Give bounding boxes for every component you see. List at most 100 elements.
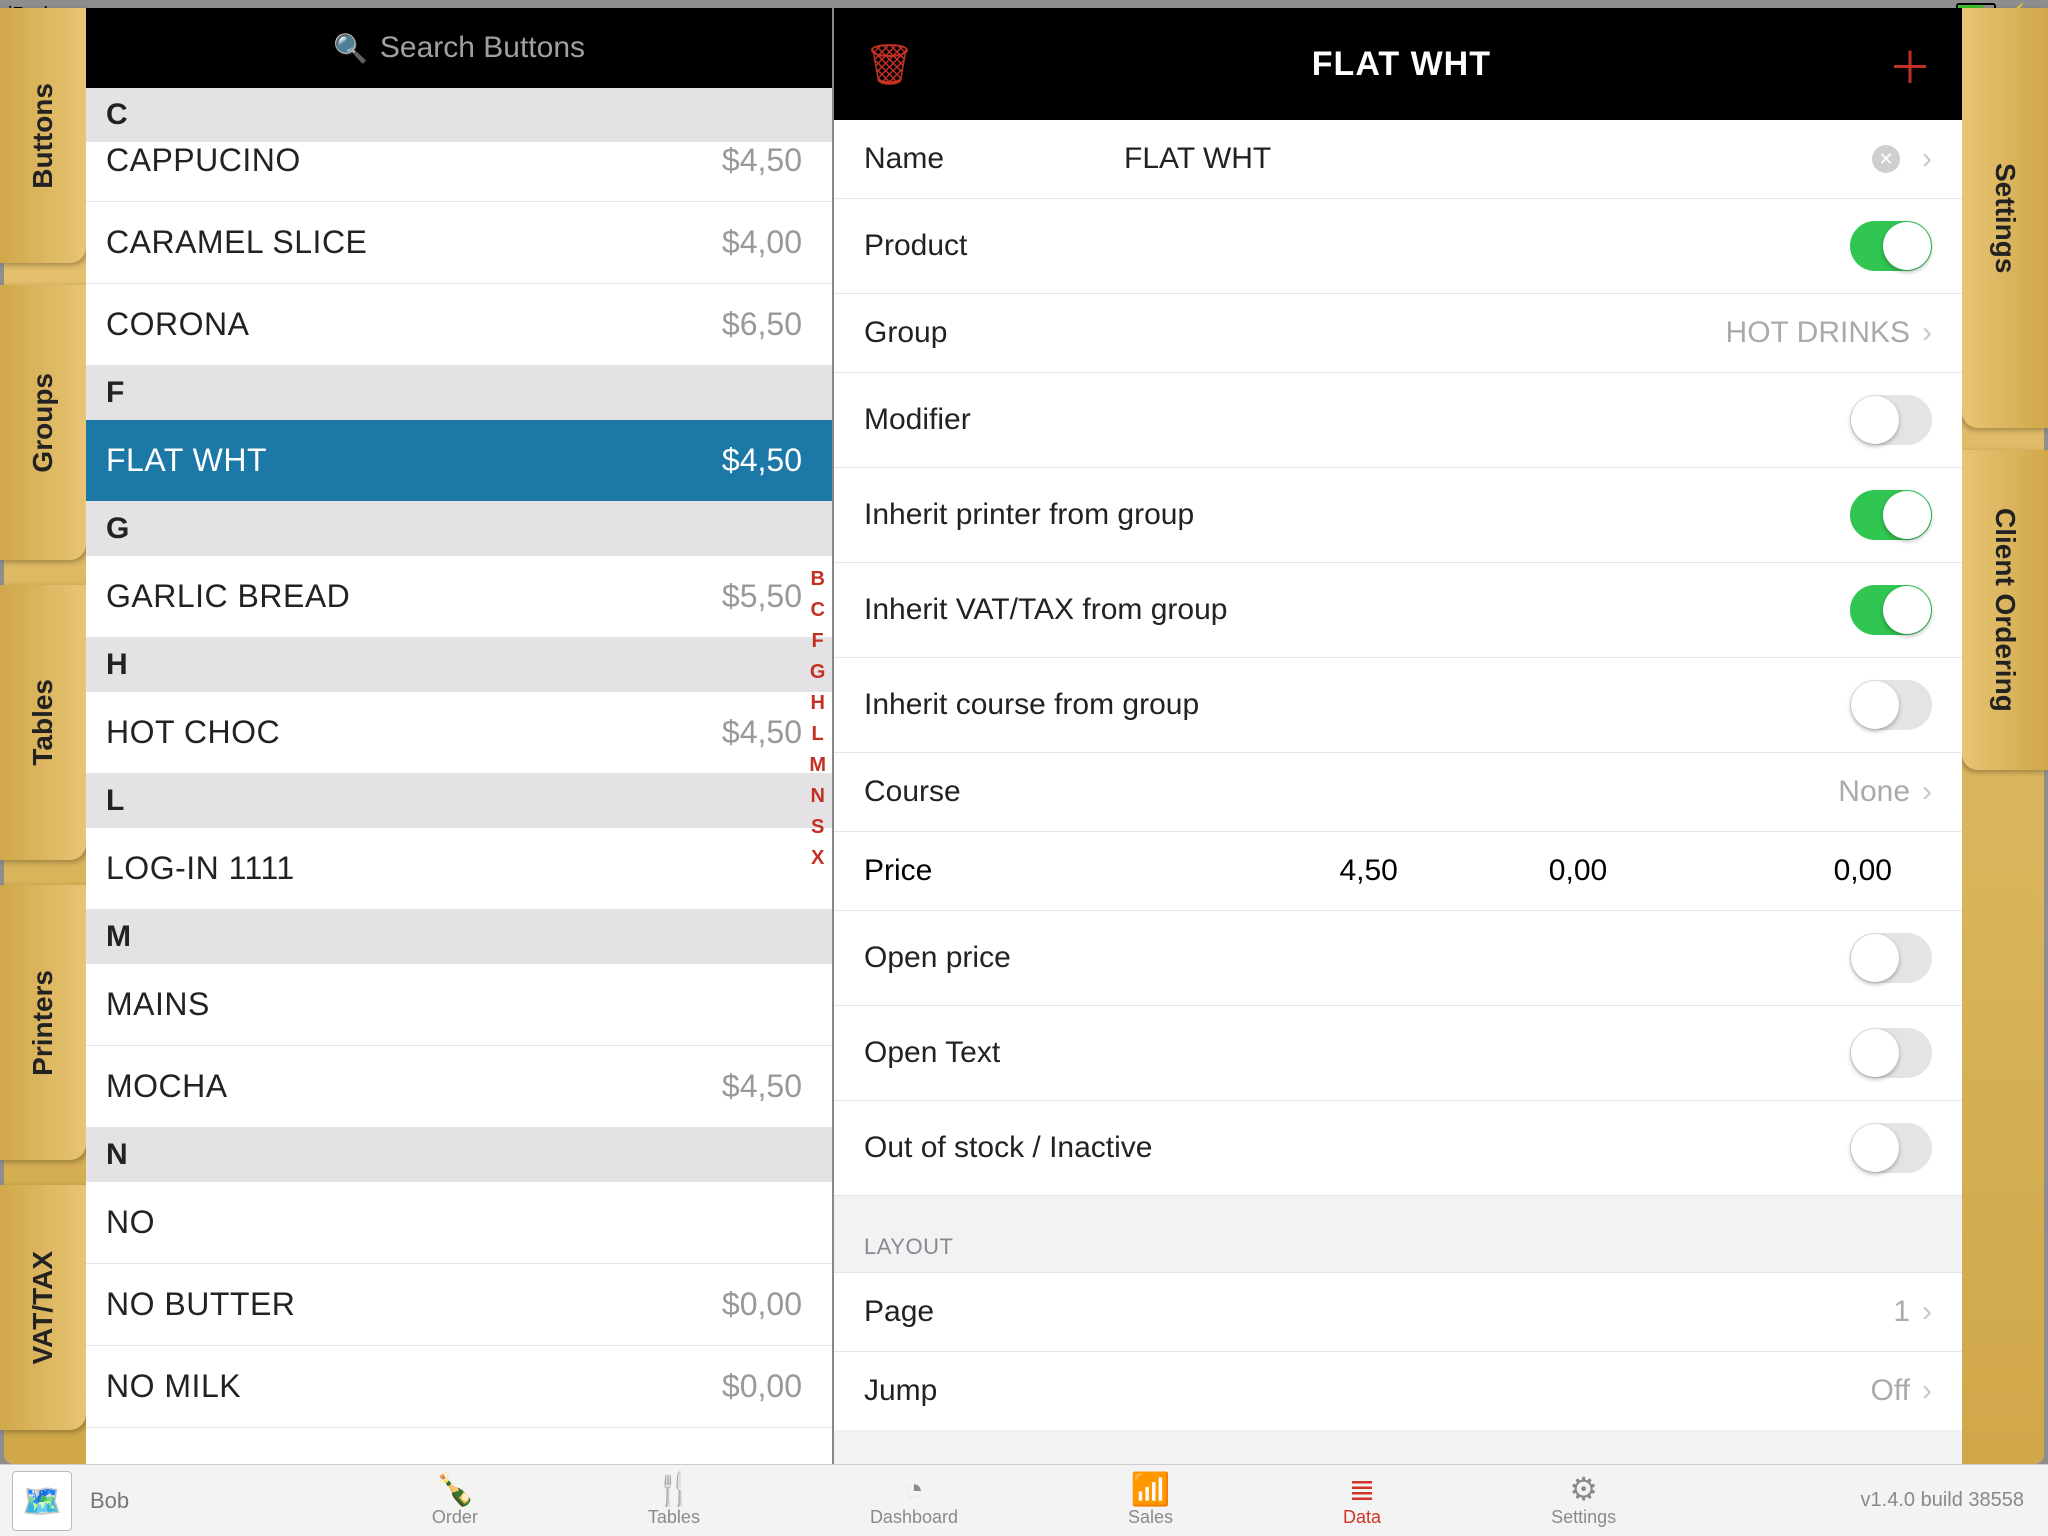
field-name[interactable]: Name FLAT WHT ✕ › [834,120,1962,199]
index-letter[interactable]: F [812,630,824,653]
index-letter[interactable]: X [811,847,824,870]
list-item[interactable]: HOT CHOC $4,50 [86,692,832,774]
toggle-open-text[interactable] [1850,1028,1932,1078]
section-M: M [86,910,832,964]
chevron-right-icon: › [1922,1295,1932,1329]
field-inherit-course: Inherit course from group [834,658,1962,753]
toggle-out-of-stock[interactable] [1850,1123,1932,1173]
list-item[interactable]: NO [86,1182,832,1264]
tab-vat-tax[interactable]: VAT/TAX [0,1185,86,1430]
field-price[interactable]: Price 4,50 0,00 0,00 [834,832,1962,911]
index-letter[interactable]: L [812,723,824,746]
list-item-name: GARLIC BREAD [106,578,350,615]
list-item[interactable]: FLAT WHT $4,50 [86,420,832,502]
field-open-price: Open price [834,911,1962,1006]
list-item[interactable]: CAPPUCINO$4,50 [86,142,832,202]
field-group[interactable]: Group HOT DRINKS › [834,294,1962,373]
version-label: v1.4.0 build 38558 [1748,1489,2048,1512]
index-letter[interactable]: S [811,816,824,839]
tab-printers[interactable]: Printers [0,885,86,1160]
tab-groups[interactable]: Groups [0,285,86,560]
nav-order[interactable]: 🍾Order [432,1473,478,1528]
app-logo[interactable]: 🗺️ [12,1471,72,1531]
nav-label: Order [432,1507,478,1528]
toggle-product[interactable] [1850,221,1932,271]
section-H: H [86,638,832,692]
index-letter[interactable]: M [809,754,826,777]
list-item-name: NO BUTTER [106,1286,295,1323]
list-item-price: $0,00 [722,1368,802,1405]
chevron-right-icon: › [1922,1374,1932,1408]
clear-icon[interactable]: ✕ [1872,145,1900,173]
list-item[interactable]: NO MILK $0,00 [86,1346,832,1428]
section-G: G [86,502,832,556]
field-inherit-vat: Inherit VAT/TAX from group [834,563,1962,658]
nav-dashboard[interactable]: ◔Dashboard [870,1473,958,1528]
settings-icon: ⚙ [1569,1473,1598,1505]
index-letter[interactable]: H [810,692,824,715]
list-item[interactable]: CARAMEL SLICE $4,00 [86,202,832,284]
search-icon: 🔍 [333,32,368,65]
toggle-inherit-course[interactable] [1850,680,1932,730]
price-2: 0,00 [1473,854,1682,888]
nav-label: Dashboard [870,1507,958,1528]
list-item-price: $4,00 [722,224,802,261]
list-item[interactable]: CORONA$6,50 [86,284,832,366]
course-value: None [1838,775,1910,809]
list-item-name: CARAMEL SLICE [106,224,367,261]
index-letter[interactable]: G [810,661,826,684]
add-icon[interactable]: ＋ [1888,32,1932,96]
tab-client-ordering[interactable]: Client Ordering [1962,450,2048,770]
field-product: Product [834,199,1962,294]
group-value: HOT DRINKS [1726,316,1910,350]
search-bar[interactable]: 🔍 Search Buttons [86,8,832,88]
list-item[interactable]: NO BUTTER$0,00 [86,1264,832,1346]
list-item[interactable]: MAINS [86,964,832,1046]
list-item-name: MOCHA [106,1068,228,1105]
nav-tables[interactable]: 🍴Tables [648,1473,700,1528]
list-item-price: $4,50 [722,442,802,479]
order-icon: 🍾 [435,1473,475,1505]
list-item-name: FLAT WHT [106,442,267,479]
section-L: L [86,774,832,828]
index-letter[interactable]: B [810,568,824,591]
detail-title: FLAT WHT [1312,45,1491,84]
nav-sales[interactable]: 📶Sales [1128,1473,1173,1528]
buttons-list-panel: 🔍 Search Buttons CCAPPUCINO$4,50CARAMEL … [86,8,834,1464]
section-F: F [86,366,832,420]
list-item-price: $4,50 [722,714,802,751]
list-item-name: NO MILK [106,1368,241,1405]
detail-panel: 🗑 FLAT WHT ＋ Name FLAT WHT ✕ › Product [834,8,1962,1464]
nav-label: Sales [1128,1507,1173,1528]
list-item[interactable]: GARLIC BREAD$5,50 [86,556,832,638]
field-page[interactable]: Page 1 › [834,1272,1962,1352]
user-name[interactable]: Bob [90,1488,129,1514]
trash-icon[interactable]: 🗑 [864,41,915,88]
field-open-text: Open Text [834,1006,1962,1101]
section-N: N [86,1128,832,1182]
index-letter[interactable]: N [810,785,824,808]
layout-section-header: LAYOUT [834,1196,1962,1272]
field-course[interactable]: Course None › [834,753,1962,832]
tab-buttons[interactable]: Buttons [0,8,86,263]
list-item[interactable]: MOCHA$4,50 [86,1046,832,1128]
index-strip[interactable]: BCFGHLMNSX [809,568,826,870]
sales-icon: 📶 [1131,1473,1171,1505]
nav-data[interactable]: ≣Data [1343,1473,1381,1528]
list-item[interactable]: LOG-IN 1111 [86,828,832,910]
tab-settings[interactable]: Settings [1962,8,2048,428]
field-modifier: Modifier [834,373,1962,468]
button-list[interactable]: C CAPPUCINO$4,50 CARAMEL SLICE $4,00 CORONA$… [86,88,832,1464]
list-item-name: NO [106,1204,155,1241]
toggle-modifier[interactable] [1850,395,1932,445]
toggle-inherit-vat[interactable] [1850,585,1932,635]
page-value: 1 [1893,1295,1910,1329]
index-letter[interactable]: C [810,599,824,622]
price-3: 0,00 [1683,854,1932,888]
tab-tables[interactable]: Tables [0,585,86,860]
list-item-name: HOT CHOC [106,714,280,751]
field-jump[interactable]: Jump Off › [834,1352,1962,1430]
nav-settings[interactable]: ⚙Settings [1551,1473,1616,1528]
toggle-open-price[interactable] [1850,933,1932,983]
toggle-inherit-printer[interactable] [1850,490,1932,540]
